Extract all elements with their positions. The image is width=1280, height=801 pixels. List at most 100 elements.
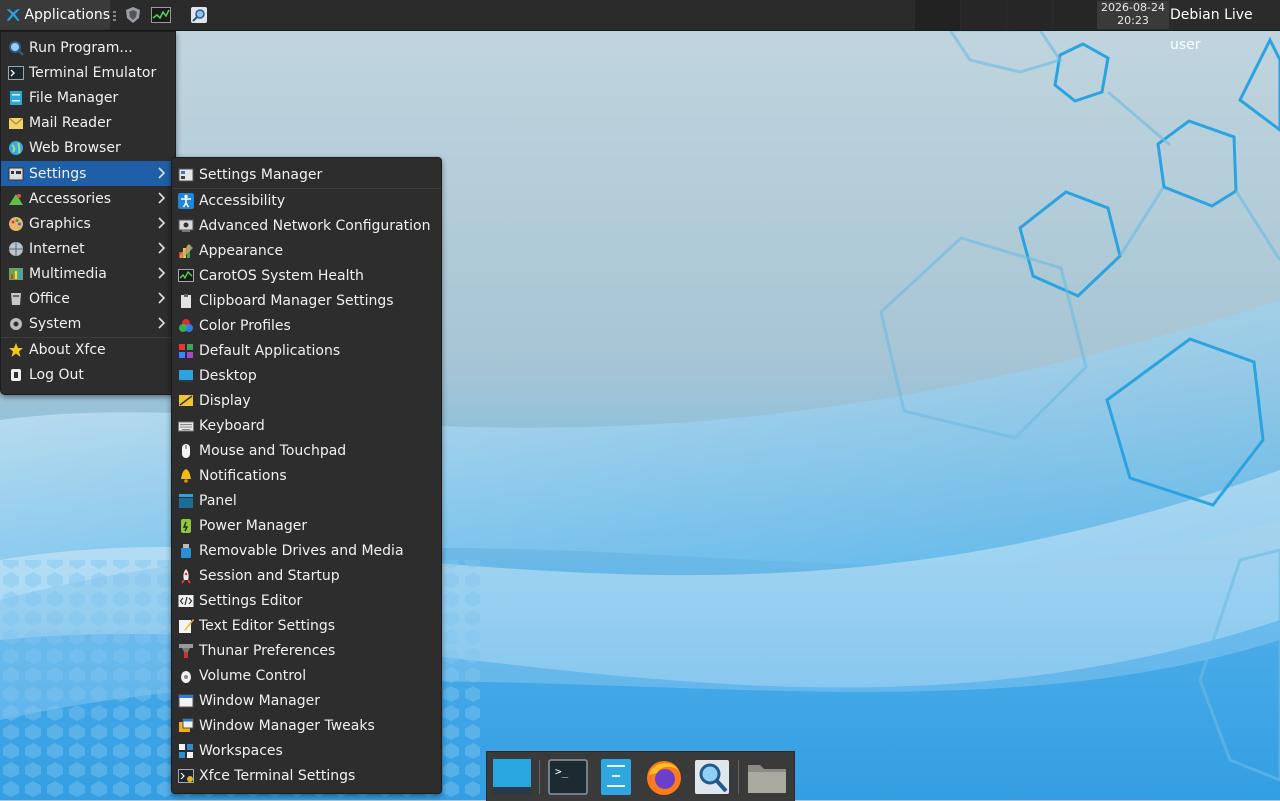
chevron-right-icon <box>158 317 166 329</box>
settings-item-volume-control[interactable]: Volume Control <box>172 663 441 688</box>
terminal-icon <box>8 65 24 80</box>
workspaces-icon <box>179 743 193 758</box>
menu-item-label: Mouse and Touchpad <box>199 442 347 459</box>
top-panel: Applications 2026-08-24 20:23 Debian Liv… <box>0 0 1280 53</box>
menu-item-label: Terminal Emulator <box>29 64 157 81</box>
accessories-icon <box>9 193 23 205</box>
clock-date: 2026-08-24 <box>1101 1 1165 14</box>
workspace-1[interactable] <box>915 0 960 30</box>
panel-icon <box>179 493 193 508</box>
display-icon <box>179 394 193 406</box>
menu-item-label: Clipboard Manager Settings <box>199 292 394 309</box>
menu-item-label: Volume Control <box>199 667 307 684</box>
apps-menu-item-system[interactable]: System <box>1 311 175 336</box>
settings-item-display[interactable]: Display <box>172 388 441 413</box>
app-finder-icon[interactable] <box>691 757 733 797</box>
logout-icon <box>11 368 21 381</box>
settings-manager-icon <box>178 168 194 181</box>
volume-icon <box>181 670 191 683</box>
settings-item-notifications[interactable]: Notifications <box>172 463 441 488</box>
terminal-icon[interactable]: >_ <box>547 757 589 797</box>
apps-menu-item-internet[interactable]: Internet <box>1 236 175 261</box>
apps-menu-item-file-manager[interactable]: File Manager <box>1 85 175 110</box>
apps-menu-item-multimedia[interactable]: Multimedia <box>1 261 175 286</box>
settings-item-color-profiles[interactable]: Color Profiles <box>172 313 441 338</box>
settings-item-desktop[interactable]: Desktop <box>172 363 441 388</box>
apps-menu-item-office[interactable]: Office <box>1 286 175 311</box>
chevron-right-icon <box>158 292 166 304</box>
menu-item-label: System <box>29 315 82 332</box>
internet-icon <box>9 241 23 256</box>
menu-item-label: Workspaces <box>199 742 283 759</box>
menu-item-label: Display <box>199 392 251 409</box>
firefox-icon[interactable] <box>643 757 685 797</box>
clock[interactable]: 2026-08-24 20:23 <box>1097 1 1169 29</box>
settings-item-removable-drives-and-media[interactable]: Removable Drives and Media <box>172 538 441 563</box>
menu-item-label: Keyboard <box>199 417 265 434</box>
settings-item-mouse-and-touchpad[interactable]: Mouse and Touchpad <box>172 438 441 463</box>
settings-item-window-manager-tweaks[interactable]: Window Manager Tweaks <box>172 713 441 738</box>
window-tweaks-icon <box>179 718 194 732</box>
system-monitor-icon[interactable] <box>151 6 171 24</box>
bell-icon <box>181 468 191 483</box>
menu-item-label: Appearance <box>199 242 284 259</box>
apps-menu-item-graphics[interactable]: Graphics <box>1 211 175 236</box>
apps-menu-item-web-browser[interactable]: Web Browser <box>1 135 175 160</box>
mail-icon <box>8 117 24 129</box>
menu-item-label: Window Manager Tweaks <box>199 717 375 734</box>
battery-icon <box>181 518 191 533</box>
folder-icon[interactable] <box>746 757 788 797</box>
settings-item-keyboard[interactable]: Keyboard <box>172 413 441 438</box>
settings-item-advanced-network-configuration[interactable]: Advanced Network Configuration <box>172 213 441 238</box>
menu-item-label: File Manager <box>29 89 119 106</box>
menu-item-label: Web Browser <box>29 139 121 156</box>
menu-item-label: Thunar Preferences <box>199 642 336 659</box>
settings-item-text-editor-settings[interactable]: Text Editor Settings <box>172 613 441 638</box>
shield-icon[interactable] <box>123 6 143 24</box>
workspace-2[interactable] <box>961 0 1006 30</box>
chevron-right-icon <box>158 267 166 279</box>
apps-menu-item-accessories[interactable]: Accessories <box>1 186 175 211</box>
apps-menu-item-settings[interactable]: Settings <box>1 161 175 186</box>
file-manager-icon[interactable] <box>595 757 637 797</box>
show-desktop-icon[interactable] <box>491 757 533 797</box>
settings-item-window-manager[interactable]: Window Manager <box>172 688 441 713</box>
apps-menu-item-about-xfce[interactable]: About Xfce <box>1 337 175 362</box>
settings-item-xfce-terminal-settings[interactable]: Xfce Terminal Settings <box>172 763 441 788</box>
workspace-4[interactable] <box>1053 0 1097 30</box>
settings-submenu: Settings Manager Accessibility Advanced Ne… <box>171 157 442 794</box>
star-icon <box>9 342 23 357</box>
settings-item-clipboard-manager-settings[interactable]: Clipboard Manager Settings <box>172 288 441 313</box>
menu-item-label: Removable Drives and Media <box>199 542 404 559</box>
menu-item-label: Mail Reader <box>29 114 112 131</box>
apps-menu-item-mail-reader[interactable]: Mail Reader <box>1 110 175 135</box>
settings-item-default-applications[interactable]: Default Applications <box>172 338 441 363</box>
menu-item-label: Accessories <box>29 190 112 207</box>
network-icon <box>178 219 194 232</box>
settings-item-settings-manager[interactable]: Settings Manager <box>172 162 441 187</box>
run-program-icon <box>9 40 24 56</box>
settings-item-accessibility[interactable]: Accessibility <box>172 188 441 213</box>
settings-item-carotos-system-health[interactable]: CarotOS System Health <box>172 263 441 288</box>
menu-item-label: Notifications <box>199 467 287 484</box>
menu-item-label: Session and Startup <box>199 567 340 584</box>
user-menu[interactable]: Debian Live user <box>1170 0 1280 53</box>
workspace-3[interactable] <box>1007 0 1052 30</box>
apps-menu-item-log-out[interactable]: Log Out <box>1 362 175 387</box>
applications-menu-button[interactable]: Applications <box>0 0 110 30</box>
settings-item-power-manager[interactable]: Power Manager <box>172 513 441 538</box>
clock-time: 20:23 <box>1117 14 1149 27</box>
settings-item-panel[interactable]: Panel <box>172 488 441 513</box>
settings-item-session-and-startup[interactable]: Session and Startup <box>172 563 441 588</box>
multimedia-icon <box>9 267 23 280</box>
apps-menu-item-terminal-emulator[interactable]: Terminal Emulator <box>1 60 175 85</box>
settings-item-appearance[interactable]: Appearance <box>172 238 441 263</box>
search-icon[interactable] <box>190 6 210 24</box>
apps-menu-item-run-program[interactable]: Run Program... <box>1 35 175 60</box>
settings-item-workspaces[interactable]: Workspaces <box>172 738 441 763</box>
settings-item-settings-editor[interactable]: Settings Editor <box>172 588 441 613</box>
svg-text:>_: >_ <box>555 765 569 778</box>
menu-item-label: Log Out <box>29 366 84 383</box>
menu-item-label: Panel <box>199 492 237 509</box>
settings-item-thunar-preferences[interactable]: Thunar Preferences <box>172 638 441 663</box>
